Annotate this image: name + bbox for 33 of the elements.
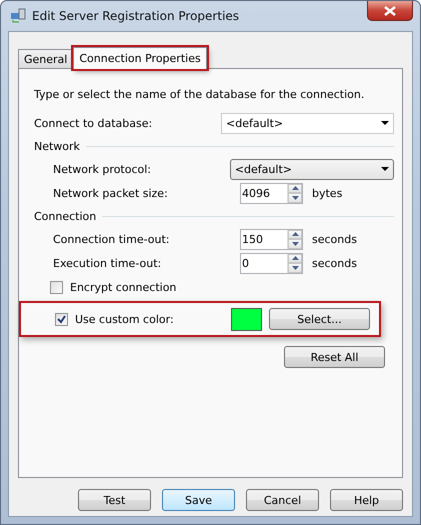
- check-icon: [57, 314, 66, 324]
- close-button[interactable]: [367, 1, 413, 21]
- group-title: Connection: [34, 210, 96, 222]
- combo-field[interactable]: <default>: [221, 112, 394, 134]
- window-title: Edit Server Registration Properties: [32, 9, 240, 23]
- checkbox[interactable]: Use custom color:: [55, 312, 195, 326]
- caret-icon: [381, 167, 389, 171]
- server-icon: [10, 8, 26, 24]
- intro-text: Type or select the name of the database for the connection.: [34, 88, 366, 101]
- spin-field[interactable]: 4096: [240, 182, 303, 204]
- unit-label: seconds: [312, 256, 357, 270]
- dialog-button[interactable]: Test: [78, 489, 151, 511]
- field-label: Network packet size:: [53, 186, 169, 200]
- dialog-button[interactable]: Cancel: [246, 489, 319, 511]
- unit-label: bytes: [312, 186, 342, 200]
- dialog-button[interactable]: Help: [330, 489, 403, 511]
- field-label: Connect to database:: [34, 116, 154, 130]
- field-label: Connection time-out:: [53, 232, 170, 246]
- caret-icon: [381, 121, 389, 125]
- spin-field[interactable]: 0: [240, 252, 303, 274]
- spin-field[interactable]: 150: [240, 228, 303, 250]
- field-label: Network protocol:: [53, 162, 152, 176]
- tab[interactable]: General: [18, 49, 74, 68]
- checkbox[interactable]: Encrypt connection: [50, 280, 176, 294]
- tab[interactable]: Connection Properties: [73, 47, 207, 69]
- dropdown[interactable]: <default>: [230, 158, 394, 180]
- select-button[interactable]: Select...: [269, 308, 370, 330]
- dialog-button[interactable]: Save: [162, 489, 235, 511]
- unit-label: seconds: [312, 232, 357, 246]
- reset-all-button[interactable]: Reset All: [284, 346, 385, 368]
- close-icon: [384, 6, 396, 16]
- field-label: Execution time-out:: [53, 256, 162, 270]
- group-title: Network: [34, 140, 80, 152]
